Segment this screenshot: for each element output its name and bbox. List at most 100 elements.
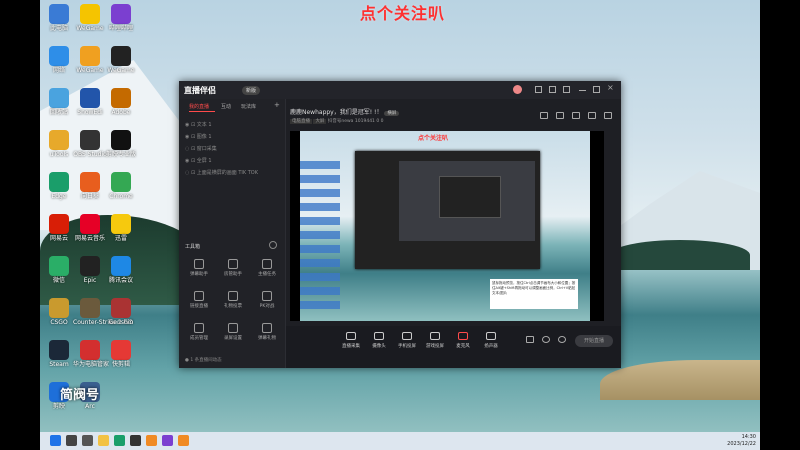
app-icon[interactable] (146, 435, 157, 446)
tool-button[interactable]: 成员管理 (185, 323, 213, 341)
scene-item[interactable]: ◉ ⊡ 全屏 1 (185, 157, 212, 164)
start-icon[interactable] (50, 435, 61, 446)
edge-icon[interactable] (114, 435, 125, 446)
clock[interactable]: 14:30 2023/12/22 (727, 434, 756, 448)
live-note: ● 1 条直播间动态 (185, 358, 222, 363)
room-screen[interactable]: 大屏 (313, 119, 327, 124)
scene-icon[interactable] (572, 112, 580, 119)
share-icon[interactable] (604, 112, 612, 119)
desktop-icon[interactable]: 剪映专业版 (104, 130, 138, 158)
app-icon (80, 214, 100, 234)
scene-item-label: 图像 1 (196, 134, 212, 140)
tool-button[interactable]: 链接直播 (185, 291, 213, 309)
tab-library[interactable]: 玩法库 (241, 103, 256, 110)
source-button[interactable]: 麦克风 (448, 332, 478, 349)
tool-label: 房管助手 (224, 272, 242, 277)
desktop-icon-label: 网易云音乐 (74, 235, 105, 242)
file-explorer-icon[interactable] (98, 435, 109, 446)
menu-icon[interactable] (563, 86, 570, 93)
preview-canvas[interactable]: 点个关注叭 鼠标拖动预览，按住Ctrl点击调节画布大小和位置；按住Alt键+Sh… (290, 131, 604, 321)
tool-button[interactable]: 礼物投票 (219, 291, 247, 309)
desktop-icon[interactable]: Chrome (104, 172, 138, 200)
desktop-icon[interactable]: Genshin (104, 298, 138, 326)
desktop-icon[interactable]: 网络 (42, 46, 76, 74)
desktop-icon-label: 向日葵 (80, 193, 99, 200)
edit-icon[interactable] (540, 112, 548, 119)
desktop-icon[interactable]: 向日葵 (73, 172, 107, 200)
live-companion-window: 直播伴侣 新版 × 我的直播 互动 玩法库 + ◉ ⊡ 文本 1 ◉ ⊡ 图像 … (179, 81, 621, 368)
desktop-icon-label: OBS Studio (73, 151, 107, 158)
app2-icon[interactable] (162, 435, 173, 446)
app-icon (111, 256, 131, 276)
source-button[interactable]: 手机投屏 (392, 332, 422, 349)
desktop-icon[interactable]: WeGame (73, 46, 107, 74)
grid-icon[interactable] (556, 112, 564, 119)
room-tag[interactable]: 横屏 (384, 111, 400, 116)
task-view-icon[interactable] (82, 435, 93, 446)
desktop-icon[interactable]: 回收站 (42, 88, 76, 116)
tool-button[interactable]: 弹幕礼物 (253, 323, 281, 341)
tab-my-live[interactable]: 我的直播 (189, 103, 209, 110)
desktop-icon[interactable]: OBS Studio (73, 130, 107, 158)
desktop-icon[interactable]: Epic (73, 256, 107, 284)
minimize-icon[interactable] (579, 90, 586, 92)
tool-button[interactable]: 主播任务 (253, 259, 281, 277)
desktop-icon[interactable]: 哔哩哔哩 (104, 4, 138, 32)
tool-button[interactable]: 弹幕助手 (185, 259, 213, 277)
app-icon (111, 46, 131, 66)
tool-button[interactable]: 房管助手 (219, 259, 247, 277)
version-badge[interactable]: 新版 (242, 86, 261, 95)
source-button[interactable]: 直播采集 (336, 332, 366, 349)
scene-item[interactable]: ◌ ⊡ 窗口采集 (185, 145, 217, 152)
obs-icon[interactable] (130, 435, 141, 446)
source-button[interactable]: 扬声器 (476, 332, 506, 349)
tab-interact[interactable]: 互动 (221, 103, 231, 110)
desktop-icon[interactable]: SnowEdi (73, 88, 107, 116)
app-icon (111, 172, 131, 192)
effects-icon[interactable] (542, 336, 550, 343)
source-button[interactable]: 摄像头 (364, 332, 394, 349)
scene-item[interactable]: ◉ ⊡ 文本 1 (185, 121, 212, 128)
desktop-icon[interactable]: Counter-Strike 2 GO (73, 298, 133, 326)
tool-icon (262, 259, 272, 269)
scene-item[interactable]: ◉ ⊡ 图像 1 (185, 133, 212, 140)
source-button[interactable]: 游戏投屏 (420, 332, 450, 349)
tool-icon (194, 259, 204, 269)
desktop-icon[interactable]: 此电脑 (42, 4, 76, 32)
settings-icon[interactable] (558, 336, 566, 343)
desktop-icon[interactable]: Edge (42, 172, 76, 200)
settings-icon[interactable] (549, 86, 556, 93)
desktop-icon[interactable]: 腾讯会议 (104, 256, 138, 284)
live-note-label: 1 条直播间动态 (190, 358, 222, 363)
add-scene-button[interactable]: + (274, 101, 280, 109)
live-icon[interactable] (178, 435, 189, 446)
desktop-icon[interactable]: 快剪辑 (104, 340, 138, 368)
scene-item[interactable]: ◌ ⊡ 上面是横屏的画面 TIK TOK (185, 169, 258, 176)
start-live-button[interactable]: 开始直播 (575, 335, 613, 347)
desktop-icon[interactable]: Adobe (104, 88, 138, 116)
desktop-icon[interactable]: 网易云音乐 (73, 214, 107, 242)
tools-collapse-icon[interactable] (269, 241, 277, 249)
maximize-icon[interactable] (593, 86, 600, 93)
desktop-icon[interactable]: WeGame (73, 4, 107, 32)
room-mode[interactable]: 电脑直播 (290, 119, 312, 124)
desktop-icon[interactable]: 微信 (42, 256, 76, 284)
desktop-icon[interactable]: CSGO (42, 298, 76, 326)
tool-label: 录屏设置 (224, 336, 242, 341)
message-icon[interactable] (535, 86, 542, 93)
desktop-icon[interactable]: uTools (42, 130, 76, 158)
desktop-icon[interactable]: Steam (42, 340, 76, 368)
tool-button[interactable]: 录屏设置 (219, 323, 247, 341)
avatar[interactable] (513, 85, 522, 94)
app-icon (49, 298, 69, 318)
search-icon[interactable] (66, 435, 77, 446)
clock-time: 14:30 (741, 434, 756, 440)
desktop-icon[interactable]: 迅雷 (104, 214, 138, 242)
desktop-icon[interactable]: WeGame (104, 46, 138, 74)
tool-button[interactable]: PK对战 (253, 291, 281, 309)
desktop-icon[interactable]: 网易云 (42, 214, 76, 242)
bell-icon[interactable] (588, 112, 596, 119)
desktop-icon[interactable]: 华为电脑管家 (73, 340, 109, 368)
close-icon[interactable]: × (607, 84, 614, 92)
camera-mode-icon[interactable] (526, 336, 534, 343)
